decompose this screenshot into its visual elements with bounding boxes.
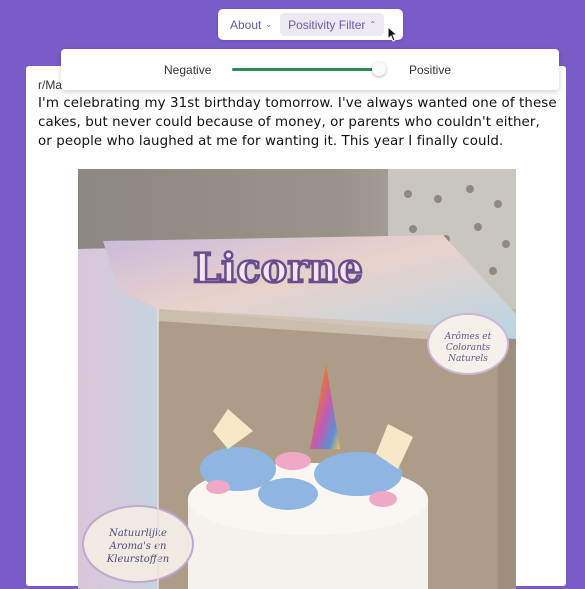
post-card: r/Mademeamile I'm celebrating my 31st bi… bbox=[26, 66, 566, 589]
chevron-down-icon: ⌄ bbox=[265, 20, 273, 29]
badge-right-text: Arômes et bbox=[444, 331, 492, 342]
negative-label: Negative bbox=[164, 63, 212, 77]
positivity-slider[interactable] bbox=[232, 62, 386, 76]
top-nav: About ⌄ Positivity Filter ⌃ bbox=[218, 9, 403, 40]
svg-text:Kleurstoffen: Kleurstoffen bbox=[106, 554, 169, 565]
positivity-filter-menu[interactable]: Positivity Filter ⌃ bbox=[280, 13, 385, 36]
cake-photo: Licorne Arômes et Colorants Naturels Nat… bbox=[78, 169, 516, 589]
svg-text:Naturels: Naturels bbox=[447, 354, 488, 364]
post-text: I'm celebrating my 31st birthday tomorro… bbox=[38, 96, 557, 149]
about-menu[interactable]: About ⌄ bbox=[222, 13, 280, 36]
post-image[interactable]: Licorne Arômes et Colorants Naturels Nat… bbox=[78, 169, 516, 589]
mouse-cursor-icon bbox=[387, 25, 399, 47]
positive-label: Positive bbox=[409, 63, 452, 77]
positivity-filter-panel: Negative Positive bbox=[61, 49, 559, 90]
chevron-up-icon: ⌃ bbox=[369, 20, 377, 29]
positivity-filter-label: Positivity Filter bbox=[288, 17, 366, 32]
slider-thumb[interactable] bbox=[372, 62, 386, 76]
svg-text:Colorants: Colorants bbox=[446, 343, 491, 353]
slider-fill bbox=[232, 68, 379, 71]
box-title-text: Licorne bbox=[193, 245, 363, 292]
about-label: About bbox=[230, 17, 262, 32]
